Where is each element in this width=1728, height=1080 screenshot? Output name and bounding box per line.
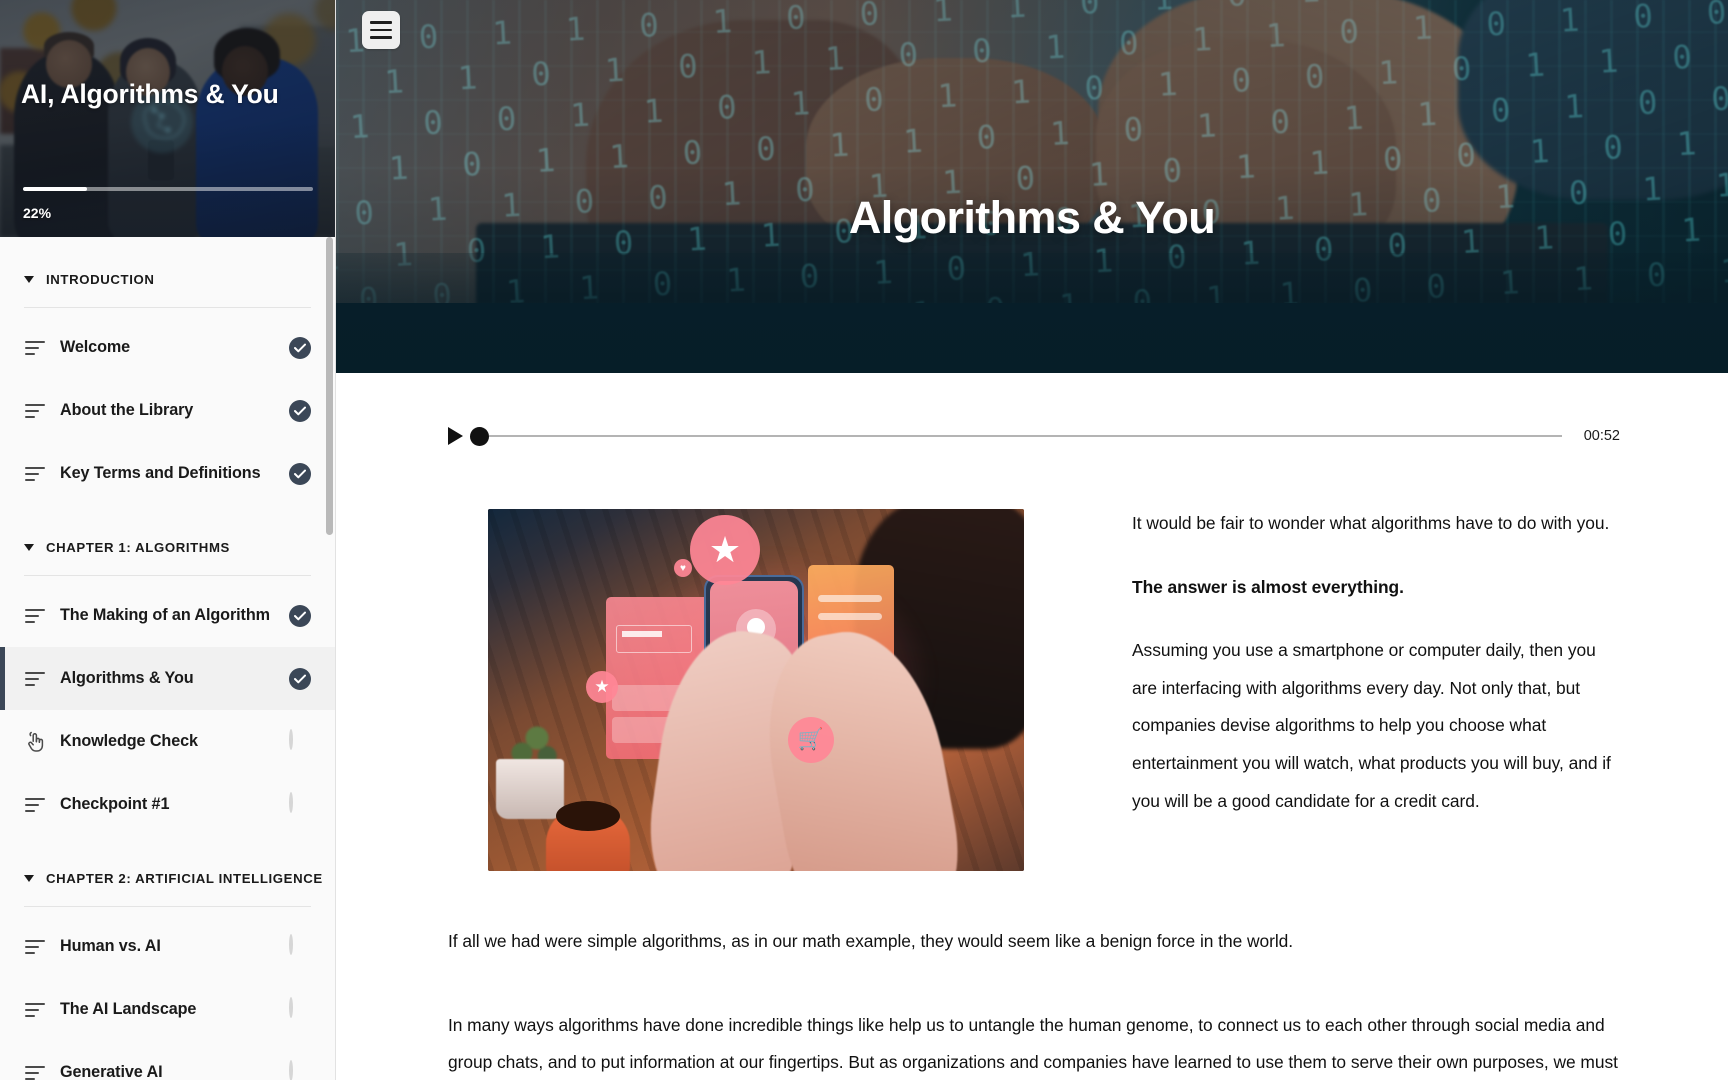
course-progress-label: 22%	[23, 205, 52, 221]
status-badge-incomplete	[289, 791, 311, 816]
chevron-down-icon	[24, 543, 34, 551]
star-icon: ★	[690, 515, 760, 585]
lesson-content: ★ ★ 🛒 ♥ It would be fair to wonder what …	[336, 493, 1728, 1080]
sidebar-item-algorithms-and-you[interactable]: Algorithms & You	[0, 647, 335, 710]
sidebar-course-header: AI, Algorithms & You 22%	[0, 0, 335, 237]
course-nav: INTRODUCTION Welcome About the Library K…	[0, 237, 335, 1080]
sidebar-item-label: Welcome	[60, 338, 131, 356]
sidebar-item-about-the-library[interactable]: About the Library	[0, 379, 335, 442]
lesson-paragraph: In many ways algorithms have done incred…	[448, 1014, 1618, 1073]
sidebar-item-checkpoint-1[interactable]: Checkpoint #1	[0, 773, 335, 836]
lesson-paragraph: If all we had were simple algorithms, as…	[448, 931, 1294, 951]
sidebar-scrollbar-thumb[interactable]	[326, 237, 333, 535]
course-sidebar: AI, Algorithms & You 22% INTRODUCTION We…	[0, 0, 336, 1080]
sidebar-item-label: The Making of an Algorithm	[60, 606, 270, 624]
status-badge-complete	[289, 462, 311, 485]
status-badge-complete	[289, 604, 311, 627]
sidebar-item-label: About the Library	[60, 401, 194, 419]
lesson-lines-icon	[24, 400, 46, 422]
sidebar-item-label: Algorithms & You	[60, 669, 194, 687]
sidebar-item-knowledge-check[interactable]: Knowledge Check	[0, 710, 335, 773]
audio-duration-label: 00:52	[1583, 428, 1620, 444]
lesson-fullwidth-text: If all we had were simple algorithms, as…	[448, 923, 1620, 1080]
lesson-lines-icon	[24, 936, 46, 958]
sidebar-item-the-making-of-an-algorithm[interactable]: The Making of an Algorithm	[0, 584, 335, 647]
lesson-text-column: It would be fair to wonder what algorith…	[1132, 493, 1620, 820]
sidebar-item-generative-ai[interactable]: Generative AI	[0, 1041, 335, 1080]
hamburger-bar	[370, 36, 392, 39]
lesson-figure-text-row: ★ ★ 🛒 ♥ It would be fair to wonder what …	[448, 493, 1620, 887]
sidebar-item-label: Human vs. AI	[60, 937, 161, 955]
course-progress-fill	[23, 187, 87, 191]
lesson-figure-image: ★ ★ 🛒 ♥	[488, 509, 1024, 871]
nav-section-header-introduction[interactable]: INTRODUCTION	[0, 251, 335, 307]
nav-section-header-chapter-1[interactable]: CHAPTER 1: ALGORITHMS	[0, 519, 335, 575]
chevron-down-icon	[24, 874, 34, 882]
play-icon[interactable]	[448, 427, 463, 445]
status-badge-complete	[289, 336, 311, 359]
lesson-hero-scrim	[336, 0, 1728, 373]
lesson-paragraph: Assuming you use a smartphone or compute…	[1132, 640, 1611, 811]
shopping-cart-icon: 🛒	[788, 717, 834, 763]
lesson-main: 1 0 1 1 0 1 0 0 1 1 0 1 0 1 1 0 0 1 0 1 …	[336, 0, 1728, 1080]
course-player-app: AI, Algorithms & You 22% INTRODUCTION We…	[0, 0, 1728, 1080]
sidebar-item-label: Generative AI	[60, 1063, 163, 1080]
hamburger-bar	[370, 21, 392, 24]
lesson-paragraph: It would be fair to wonder what algorith…	[1132, 513, 1610, 533]
course-nav-scroll-content: INTRODUCTION Welcome About the Library K…	[0, 251, 335, 1080]
nav-section-divider	[24, 575, 311, 576]
lesson-lines-icon	[24, 463, 46, 485]
status-badge-incomplete	[289, 933, 311, 958]
nav-section-label: INTRODUCTION	[46, 271, 155, 287]
status-badge-complete	[289, 667, 311, 690]
nav-section-label: CHAPTER 2: ARTIFICIAL INTELLIGENCE	[46, 870, 323, 886]
sidebar-item-the-ai-landscape[interactable]: The AI Landscape	[0, 978, 335, 1041]
status-badge-incomplete	[289, 996, 311, 1021]
lesson-hero: 1 0 1 1 0 1 0 0 1 1 0 1 0 1 1 0 0 1 0 1 …	[336, 0, 1728, 373]
sidebar-item-label: The AI Landscape	[60, 1000, 197, 1018]
chevron-down-icon	[24, 275, 34, 283]
sidebar-item-label: Knowledge Check	[60, 732, 198, 750]
lesson-lines-icon	[24, 337, 46, 359]
nav-section-divider	[24, 906, 311, 907]
sidebar-item-label: Key Terms and Definitions	[60, 464, 261, 482]
audio-player: 00:52	[336, 419, 1728, 453]
nav-section-divider	[24, 307, 311, 308]
page-title: Algorithms & You	[848, 192, 1216, 244]
sidebar-item-label: Checkpoint #1	[60, 795, 170, 813]
course-progress-bar	[23, 187, 313, 191]
nav-section-label: CHAPTER 1: ALGORITHMS	[46, 539, 230, 555]
lesson-lines-icon	[24, 668, 46, 690]
status-badge-incomplete	[289, 728, 311, 753]
sidebar-item-key-terms-and-definitions[interactable]: Key Terms and Definitions	[0, 442, 335, 505]
star-icon: ★	[586, 671, 618, 703]
status-badge-incomplete	[289, 1059, 311, 1080]
lesson-lines-icon	[24, 1062, 46, 1080]
tap-hand-icon	[24, 731, 46, 753]
hamburger-bar	[370, 28, 392, 32]
status-badge-complete	[289, 399, 311, 422]
heart-icon: ♥	[674, 559, 692, 577]
course-title: AI, Algorithms & You	[21, 78, 279, 109]
audio-scrubber-handle[interactable]	[470, 426, 489, 446]
lesson-lines-icon	[24, 794, 46, 816]
sidebar-hero-scrim	[0, 0, 335, 237]
lesson-lines-icon	[24, 999, 46, 1021]
audio-progress-track[interactable]	[489, 435, 1562, 437]
lesson-paragraph-emphasis: The answer is almost everything.	[1132, 576, 1404, 597]
sidebar-item-human-vs-ai[interactable]: Human vs. AI	[0, 915, 335, 978]
lesson-lines-icon	[24, 605, 46, 627]
nav-section-header-chapter-2[interactable]: CHAPTER 2: ARTIFICIAL INTELLIGENCE	[0, 850, 335, 906]
menu-toggle-button[interactable]	[362, 11, 400, 49]
sidebar-item-welcome[interactable]: Welcome	[0, 316, 335, 379]
